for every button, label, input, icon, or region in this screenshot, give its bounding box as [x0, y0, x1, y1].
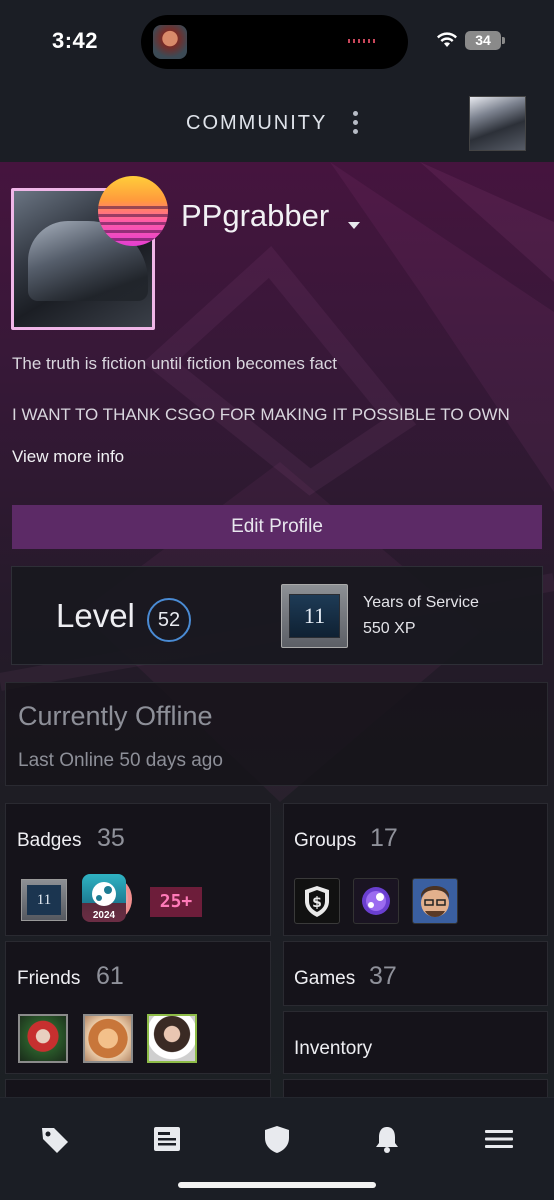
top-header: COMMUNITY — [0, 86, 554, 162]
home-indicator[interactable] — [178, 1182, 376, 1188]
badges-tile[interactable]: Badges 35 11 2024 25+ — [5, 803, 271, 936]
groups-count: 17 — [370, 824, 398, 852]
battery-level: 34 — [475, 32, 491, 48]
years-badge-icon: 11 — [21, 879, 67, 921]
friends-tile[interactable]: Friends 61 — [5, 941, 271, 1074]
live-activity-avatar — [153, 25, 187, 59]
badge-title: Years of Service — [363, 594, 479, 611]
level-label: Level — [56, 597, 135, 634]
news-icon[interactable] — [150, 1124, 184, 1154]
badge-2024-year: 2024 — [92, 910, 116, 921]
friend-avatar[interactable] — [147, 1014, 197, 1063]
group-steam-icon[interactable] — [353, 878, 399, 924]
battery-nub — [502, 37, 505, 44]
badges-count: 35 — [97, 824, 125, 852]
groups-tile[interactable]: Groups 17 $ — [283, 803, 548, 936]
avatar-frame-sun-icon — [98, 176, 168, 246]
status-time: 3:42 — [52, 28, 99, 53]
badge-xp: 550 XP — [363, 620, 416, 637]
years-badge-number: 11 — [27, 885, 61, 915]
shield-icon[interactable] — [260, 1124, 294, 1154]
profile-summary-line: I WANT TO THANK CSGO FOR MAKING IT POSSI… — [12, 405, 510, 424]
user-avatar-button[interactable] — [469, 96, 526, 151]
page-title: COMMUNITY — [186, 112, 328, 134]
years-of-service-badge-icon: 11 — [281, 584, 348, 648]
dynamic-island — [141, 15, 408, 69]
friend-avatar[interactable] — [83, 1014, 133, 1063]
group-shield-dollar-icon[interactable]: $ — [294, 878, 340, 924]
steam-2024-badge-icon: 2024 — [82, 874, 132, 924]
battery-icon: 34 — [465, 31, 501, 50]
more-options-icon[interactable] — [345, 108, 367, 138]
friend-avatar[interactable] — [18, 1014, 68, 1063]
friends-label: Friends — [17, 968, 81, 989]
level-badge: 52 — [147, 598, 191, 642]
inventory-tile[interactable]: Inventory — [283, 1011, 548, 1074]
games-label: Games — [294, 968, 356, 989]
svg-text:$: $ — [312, 895, 322, 911]
store-tag-icon[interactable] — [38, 1124, 72, 1154]
badges-label: Badges — [17, 830, 82, 851]
profile-username[interactable]: PPgrabber — [181, 198, 329, 234]
groups-label: Groups — [294, 830, 357, 851]
chevron-down-icon[interactable] — [348, 222, 360, 229]
service-25-badge: 25+ — [150, 887, 202, 917]
online-status-card: Currently Offline Last Online 50 days ag… — [5, 682, 548, 786]
inventory-label: Inventory — [294, 1038, 373, 1059]
view-more-info-link[interactable]: View more info — [12, 447, 124, 467]
group-avatar-icon[interactable] — [412, 878, 458, 924]
menu-icon[interactable] — [482, 1124, 516, 1154]
level-card[interactable]: Level 52 11 Years of Service 550 XP — [11, 566, 543, 665]
games-tile[interactable]: Games 37 — [283, 941, 548, 1006]
wifi-icon — [437, 32, 457, 47]
friends-count: 61 — [96, 962, 124, 990]
profile-summary-line: The truth is fiction until fiction becom… — [12, 354, 338, 373]
live-activity-indicator — [348, 39, 378, 43]
last-online: Last Online 50 days ago — [18, 750, 223, 771]
years-of-service-number: 11 — [289, 594, 340, 638]
online-status: Currently Offline — [18, 701, 213, 731]
games-count: 37 — [369, 962, 397, 990]
edit-profile-button[interactable]: Edit Profile — [12, 505, 542, 549]
status-bar: 3:42 34 — [0, 0, 554, 86]
bell-icon[interactable] — [370, 1124, 404, 1154]
